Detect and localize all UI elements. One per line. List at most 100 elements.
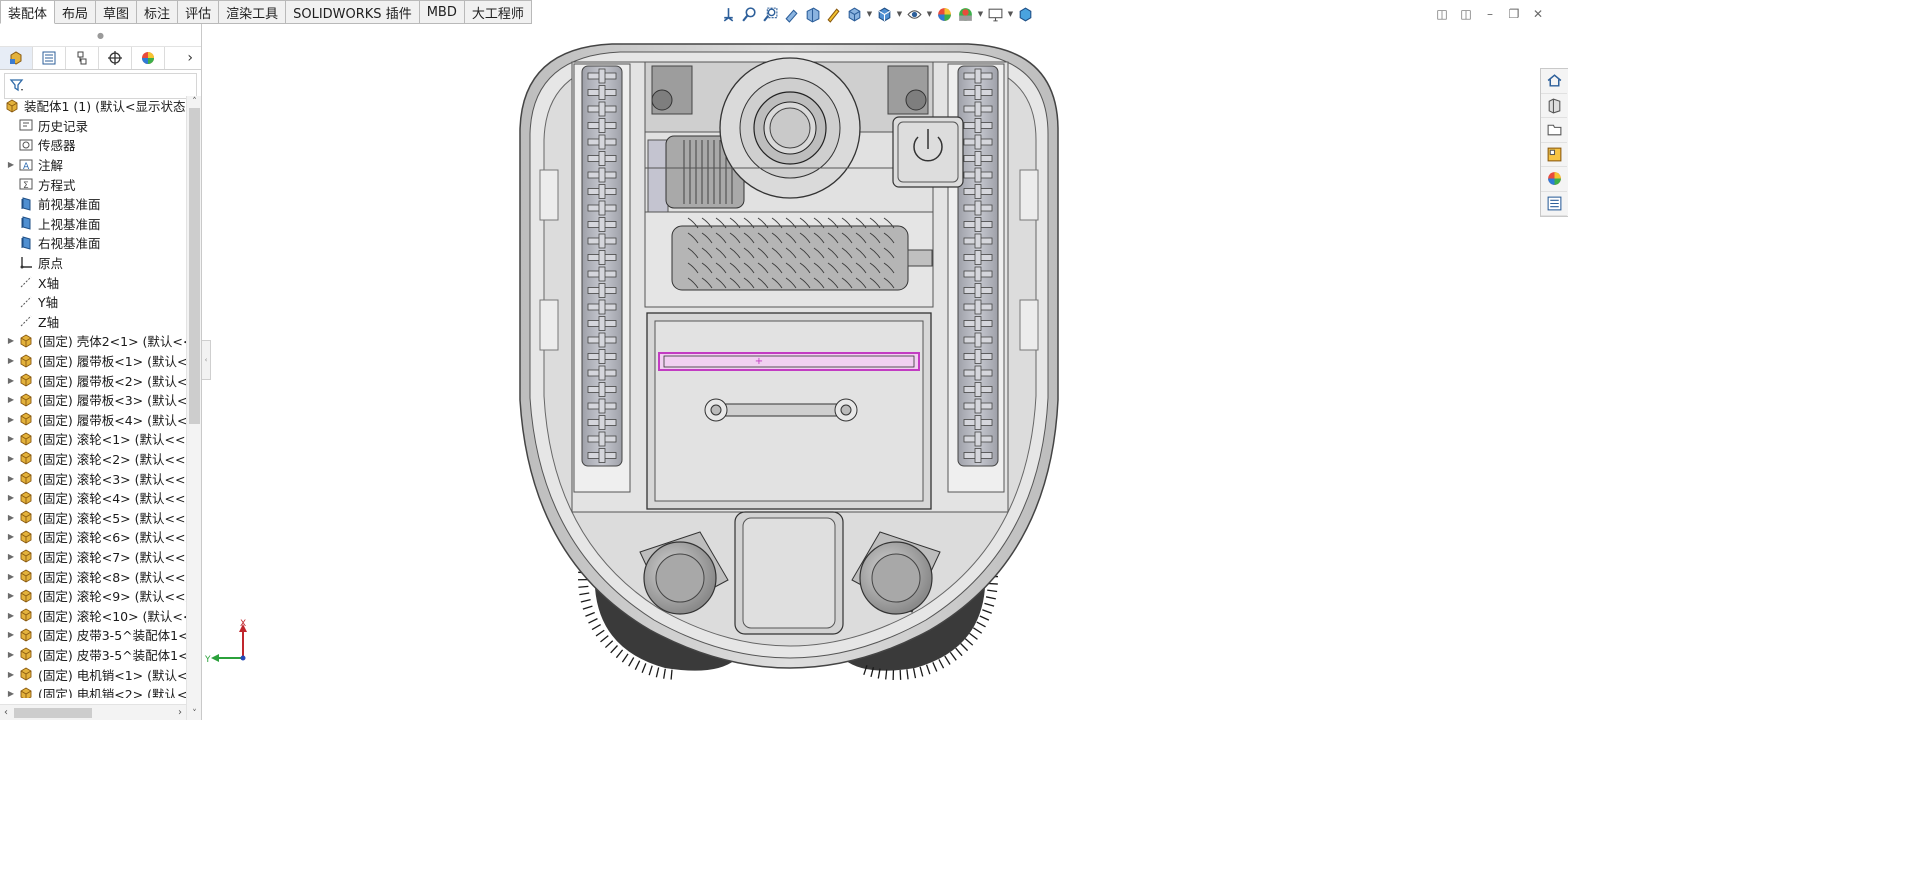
tree-item[interactable]: Z轴 [0,312,186,332]
tree-item[interactable]: ▶ (固定) 电机销<2> (默认<- [0,684,186,698]
tree-item[interactable]: 原点 [0,253,186,273]
scroll-down-arrow[interactable]: ˅ [187,708,202,720]
tree-item[interactable]: 传感器 [0,135,186,155]
expand-arrow-icon[interactable]: ▶ [4,689,18,698]
close-button[interactable]: ✕ [1528,6,1548,22]
tab-7[interactable]: MBD [419,0,465,24]
tab-2[interactable]: 草图 [96,0,138,24]
apply-scene-icon[interactable] [955,4,976,24]
display-manager-icon[interactable] [132,47,165,69]
tree-item[interactable]: ▶ (固定) 皮带3-5^装配体1< [0,645,186,665]
tree-item[interactable]: ▶ (固定) 滚轮<4> (默认<<默 [0,488,186,508]
expand-arrow-icon[interactable]: ▶ [4,493,18,502]
display-style-icon[interactable] [874,4,895,24]
hide-show-items-icon[interactable] [904,4,925,24]
robot-chassis-model[interactable]: + [203,24,1540,720]
expand-arrow-icon[interactable]: ▶ [4,591,18,600]
tree-item[interactable]: ▶ (固定) 皮带3-5^装配体1< [0,625,186,645]
tree-item[interactable]: ▶ (固定) 滚轮<6> (默认<<默 [0,527,186,547]
tile-left-button[interactable]: ◫ [1432,6,1452,22]
tab-1[interactable]: 布局 [55,0,97,24]
tree-item[interactable]: ▶ (固定) 履带板<4> (默认<- [0,410,186,430]
zoom-to-area-icon[interactable] [760,4,781,24]
file-explorer-icon[interactable] [1541,118,1567,143]
chevron-down-icon[interactable]: ▼ [865,4,874,24]
chevron-down-icon[interactable]: ▼ [895,4,904,24]
expand-arrow-icon[interactable]: ▶ [4,513,18,522]
restore-button[interactable]: ❐ [1504,6,1524,22]
tree-item[interactable]: 右视基准面 [0,233,186,253]
chevron-down-icon[interactable]: ▼ [1006,4,1015,24]
chevron-down-icon[interactable]: ▼ [976,4,985,24]
scroll-left-arrow[interactable]: ‹ [0,705,12,721]
expand-arrow-icon[interactable]: ▶ [4,474,18,483]
tree-item[interactable]: Y轴 [0,292,186,312]
tree-item[interactable]: ▶ (固定) 滚轮<1> (默认<<默 [0,429,186,449]
tree-vertical-scrollbar[interactable]: ˄ ˅ [186,96,201,720]
graphics-area[interactable]: + X Y [203,24,1540,720]
tree-item[interactable]: ▶ (固定) 滚轮<8> (默认<<默 [0,566,186,586]
tab-8[interactable]: 大工程师 [464,0,532,24]
tree-item[interactable]: ▶ (固定) 滚轮<3> (默认<<默 [0,468,186,488]
expand-arrow-icon[interactable]: ▶ [4,454,18,463]
feature-manager-icon[interactable] [0,47,33,69]
property-manager-icon[interactable] [33,47,66,69]
tree-item[interactable]: ▶ A 注解 [0,155,186,175]
scroll-thumb[interactable] [189,108,200,424]
tree-item[interactable]: ▶ (固定) 壳体2<1> (默认<< [0,331,186,351]
expand-arrow-icon[interactable]: ▶ [4,532,18,541]
tab-0[interactable]: 装配体 [0,0,56,24]
expand-arrow-icon[interactable]: ▶ [4,552,18,561]
view-orientation-icon[interactable] [718,4,739,24]
more-tabs-chevron-icon[interactable]: › [165,47,201,69]
expand-arrow-icon[interactable]: ▶ [4,670,18,679]
filter-icon[interactable] [9,77,25,96]
expand-arrow-icon[interactable]: ▶ [4,376,18,385]
tree-item[interactable]: ▶ (固定) 滚轮<7> (默认<<默 [0,547,186,567]
tree-item[interactable]: ▶ (固定) 履带板<1> (默认<- [0,351,186,371]
tree-item[interactable]: Σ 方程式 [0,174,186,194]
tree-item[interactable]: ▶ (固定) 电机销<1> (默认<- [0,664,186,684]
expand-arrow-icon[interactable]: ▶ [4,336,18,345]
tree-item[interactable]: ▶ (固定) 滚轮<9> (默认<<默 [0,586,186,606]
zoom-to-fit-icon[interactable] [739,4,760,24]
scroll-right-arrow[interactable]: › [174,705,186,721]
expand-arrow-icon[interactable]: ▶ [4,572,18,581]
expand-arrow-icon[interactable]: ▶ [4,630,18,639]
tree-item[interactable]: 上视基准面 [0,214,186,234]
previous-view-icon[interactable] [781,4,802,24]
tree-item[interactable]: X轴 [0,272,186,292]
design-library-icon[interactable] [1541,94,1567,118]
expand-arrow-icon[interactable]: ▶ [4,415,18,424]
expand-arrow-icon[interactable]: ▶ [4,611,18,620]
tree-item[interactable]: ▶ (固定) 履带板<2> (默认<- [0,370,186,390]
tree-horizontal-scrollbar[interactable]: ‹ › [0,704,186,720]
expand-arrow-icon[interactable]: ▶ [4,160,18,169]
home-icon[interactable] [1541,69,1567,94]
edit-appearance-icon[interactable] [934,4,955,24]
expand-arrow-icon[interactable]: ▶ [4,434,18,443]
tab-6[interactable]: SOLIDWORKS 插件 [286,0,420,24]
appearances-icon[interactable] [1541,167,1567,192]
expand-arrow-icon[interactable]: ▶ [4,650,18,659]
tree-item[interactable]: ▶ (固定) 滚轮<5> (默认<<默 [0,507,186,527]
panel-grip[interactable]: ● [0,24,201,46]
tab-5[interactable]: 渲染工具 [219,0,287,24]
dynamic-annotation-icon[interactable] [823,4,844,24]
tile-right-button[interactable]: ◫ [1456,6,1476,22]
tree-root-assembly[interactable]: 装配体1 (1) (默认<显示状态- [0,96,186,116]
tree-item[interactable]: ▶ (固定) 滚轮<2> (默认<<默 [0,449,186,469]
minimize-button[interactable]: – [1480,6,1500,22]
tree-item[interactable]: ▶ (固定) 滚轮<10> (默认<< [0,605,186,625]
configuration-manager-icon[interactable] [66,47,99,69]
tab-3[interactable]: 标注 [137,0,179,24]
custom-properties-icon[interactable] [1541,192,1567,216]
tree-item[interactable]: 前视基准面 [0,194,186,214]
view-palette-icon[interactable] [1541,143,1567,167]
tree-item[interactable]: ▶ (固定) 履带板<3> (默认<- [0,390,186,410]
view-orientation-cube-icon[interactable] [844,4,865,24]
chevron-down-icon[interactable]: ▼ [925,4,934,24]
dimxpert-manager-icon[interactable] [99,47,132,69]
view-settings-icon[interactable] [985,4,1006,24]
scroll-up-arrow[interactable]: ˄ [187,96,202,108]
